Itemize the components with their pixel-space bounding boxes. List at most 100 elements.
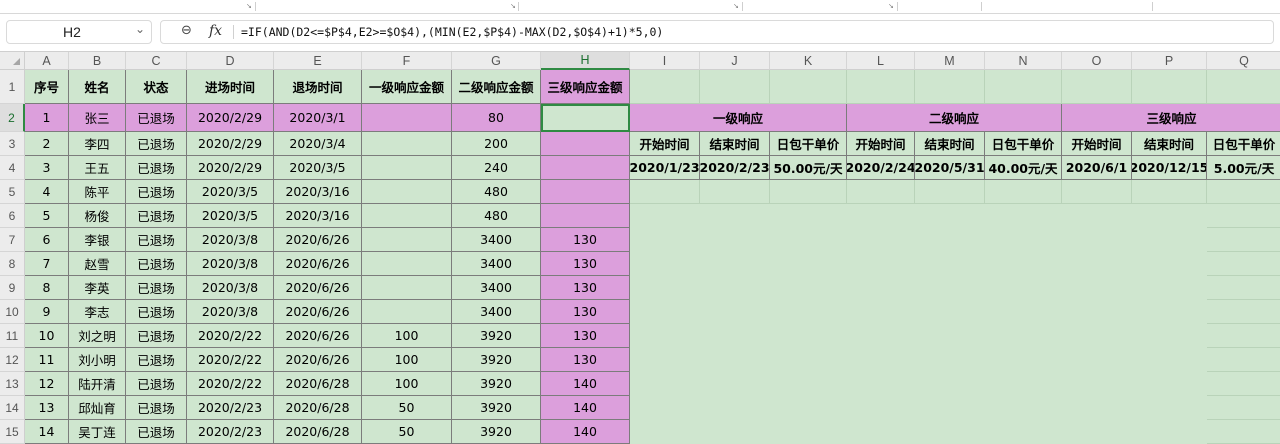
empty-cell[interactable] bbox=[915, 180, 985, 204]
empty-cell[interactable] bbox=[1207, 252, 1280, 276]
empty-cell[interactable] bbox=[1207, 70, 1280, 104]
group-launcher-icon[interactable]: ↘ bbox=[246, 2, 252, 10]
response-subheader[interactable]: 开始时间 bbox=[630, 132, 700, 156]
table-cell[interactable]: 李银 bbox=[69, 228, 126, 252]
table-cell[interactable]: 2020/6/26 bbox=[274, 348, 362, 372]
table-cell[interactable]: 2020/2/22 bbox=[187, 348, 274, 372]
active-cell[interactable] bbox=[541, 104, 630, 132]
response-value[interactable]: 2020/1/23 bbox=[630, 156, 700, 180]
response-value[interactable]: 2020/5/31 bbox=[915, 156, 985, 180]
table-header-cell[interactable]: 状态 bbox=[126, 70, 187, 104]
table-cell[interactable]: 2020/2/23 bbox=[187, 396, 274, 420]
table-cell[interactable] bbox=[362, 204, 452, 228]
column-header[interactable]: E bbox=[274, 52, 362, 70]
column-header[interactable]: F bbox=[362, 52, 452, 70]
row-header[interactable]: 4 bbox=[0, 156, 25, 180]
table-cell[interactable]: 9 bbox=[25, 300, 69, 324]
column-header[interactable]: L bbox=[847, 52, 915, 70]
table-cell[interactable] bbox=[362, 132, 452, 156]
table-cell[interactable]: 130 bbox=[541, 252, 630, 276]
table-cell[interactable] bbox=[362, 276, 452, 300]
table-cell[interactable]: 王五 bbox=[69, 156, 126, 180]
table-cell[interactable]: 2020/3/8 bbox=[187, 300, 274, 324]
table-cell[interactable]: 8 bbox=[25, 276, 69, 300]
table-cell[interactable]: 2020/3/16 bbox=[274, 180, 362, 204]
column-header[interactable]: G bbox=[452, 52, 541, 70]
table-cell[interactable]: 2020/3/1 bbox=[274, 104, 362, 132]
table-cell[interactable]: 100 bbox=[362, 372, 452, 396]
table-cell[interactable]: 130 bbox=[541, 228, 630, 252]
table-cell[interactable]: 2020/6/26 bbox=[274, 252, 362, 276]
row-header[interactable]: 2 bbox=[0, 104, 25, 132]
table-cell[interactable]: 吴丁连 bbox=[69, 420, 126, 444]
table-cell[interactable]: 已退场 bbox=[126, 276, 187, 300]
row-header[interactable]: 6 bbox=[0, 204, 25, 228]
table-cell[interactable]: 已退场 bbox=[126, 104, 187, 132]
table-cell[interactable]: 50 bbox=[362, 420, 452, 444]
table-cell[interactable] bbox=[541, 180, 630, 204]
table-cell[interactable]: 3400 bbox=[452, 252, 541, 276]
table-cell[interactable]: 李志 bbox=[69, 300, 126, 324]
formula-input-area[interactable]: ⊖ fx =IF(AND(D2<=$P$4,E2>=$O$4),(MIN(E2,… bbox=[160, 20, 1274, 44]
column-header[interactable]: N bbox=[985, 52, 1062, 70]
empty-cell[interactable] bbox=[770, 70, 847, 104]
table-cell[interactable]: 3920 bbox=[452, 420, 541, 444]
table-cell[interactable]: 130 bbox=[541, 348, 630, 372]
empty-cell[interactable] bbox=[1207, 276, 1280, 300]
row-header[interactable]: 11 bbox=[0, 324, 25, 348]
row-header[interactable]: 5 bbox=[0, 180, 25, 204]
table-cell[interactable]: 1 bbox=[25, 104, 69, 132]
table-cell[interactable]: 3920 bbox=[452, 372, 541, 396]
response-value[interactable]: 2020/2/23 bbox=[700, 156, 770, 180]
table-cell[interactable]: 480 bbox=[452, 204, 541, 228]
empty-cell[interactable] bbox=[1062, 70, 1132, 104]
table-cell[interactable]: 2020/2/29 bbox=[187, 104, 274, 132]
table-cell[interactable]: 10 bbox=[25, 324, 69, 348]
table-cell[interactable]: 已退场 bbox=[126, 348, 187, 372]
table-cell[interactable]: 140 bbox=[541, 372, 630, 396]
table-cell[interactable]: 130 bbox=[541, 324, 630, 348]
row-header[interactable]: 9 bbox=[0, 276, 25, 300]
column-header[interactable]: B bbox=[69, 52, 126, 70]
row-header[interactable]: 13 bbox=[0, 372, 25, 396]
table-cell[interactable] bbox=[541, 204, 630, 228]
table-cell[interactable]: 2020/6/26 bbox=[274, 324, 362, 348]
row-header[interactable]: 3 bbox=[0, 132, 25, 156]
table-header-cell[interactable]: 姓名 bbox=[69, 70, 126, 104]
table-cell[interactable]: 2020/3/4 bbox=[274, 132, 362, 156]
table-cell[interactable]: 已退场 bbox=[126, 180, 187, 204]
table-cell[interactable]: 3400 bbox=[452, 276, 541, 300]
table-cell[interactable]: 2020/3/5 bbox=[274, 156, 362, 180]
response-subheader[interactable]: 结束时间 bbox=[700, 132, 770, 156]
empty-cell[interactable] bbox=[985, 70, 1062, 104]
empty-cell[interactable] bbox=[1207, 228, 1280, 252]
table-cell[interactable]: 3920 bbox=[452, 348, 541, 372]
table-cell[interactable]: 已退场 bbox=[126, 300, 187, 324]
table-cell[interactable]: 2020/2/29 bbox=[187, 156, 274, 180]
table-cell[interactable]: 2020/3/8 bbox=[187, 276, 274, 300]
table-cell[interactable]: 2020/2/22 bbox=[187, 372, 274, 396]
table-cell[interactable]: 6 bbox=[25, 228, 69, 252]
row-header[interactable]: 12 bbox=[0, 348, 25, 372]
select-all-icon[interactable] bbox=[13, 58, 20, 65]
row-header[interactable]: 15 bbox=[0, 420, 25, 444]
table-cell[interactable]: 2020/6/28 bbox=[274, 420, 362, 444]
table-cell[interactable]: 11 bbox=[25, 348, 69, 372]
table-cell[interactable]: 邱灿育 bbox=[69, 396, 126, 420]
table-cell[interactable]: 140 bbox=[541, 396, 630, 420]
table-cell[interactable]: 已退场 bbox=[126, 252, 187, 276]
table-cell[interactable]: 100 bbox=[362, 348, 452, 372]
row-header[interactable]: 8 bbox=[0, 252, 25, 276]
name-box-value[interactable]: H2 bbox=[7, 24, 137, 40]
table-cell[interactable]: 12 bbox=[25, 372, 69, 396]
table-cell[interactable]: 已退场 bbox=[126, 420, 187, 444]
column-header[interactable]: H bbox=[541, 52, 630, 70]
table-cell[interactable]: 2020/6/26 bbox=[274, 300, 362, 324]
table-cell[interactable]: 已退场 bbox=[126, 156, 187, 180]
table-cell[interactable]: 已退场 bbox=[126, 372, 187, 396]
chevron-down-icon[interactable]: ⌄ bbox=[135, 22, 145, 36]
empty-cell[interactable] bbox=[847, 70, 915, 104]
empty-cell[interactable] bbox=[630, 70, 700, 104]
table-cell[interactable]: 13 bbox=[25, 396, 69, 420]
empty-cell[interactable] bbox=[915, 70, 985, 104]
